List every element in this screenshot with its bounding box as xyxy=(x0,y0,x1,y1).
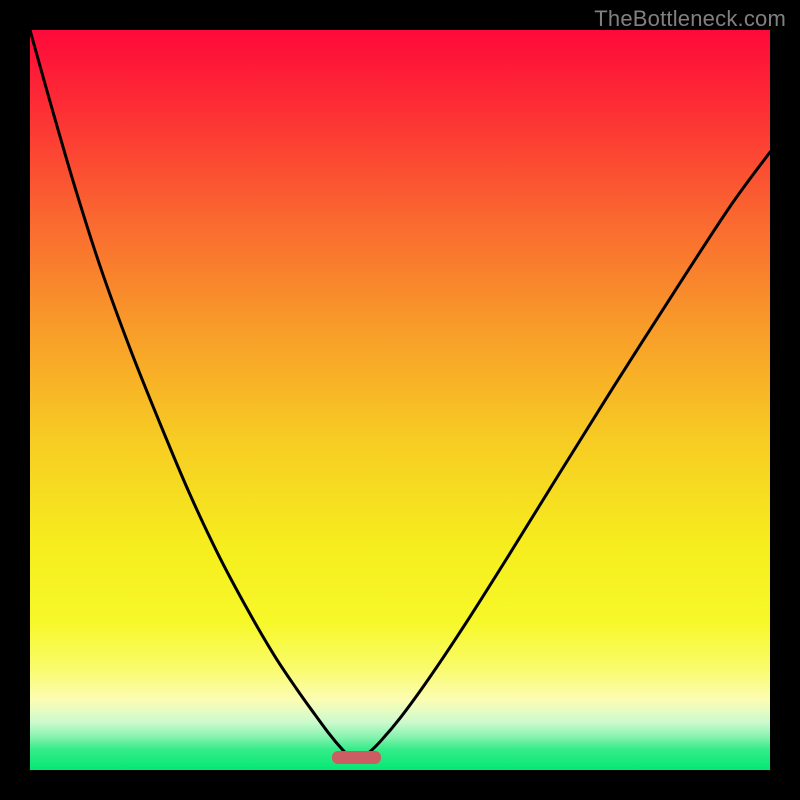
chart-frame: TheBottleneck.com xyxy=(0,0,800,800)
gradient-background xyxy=(30,30,770,770)
optimum-marker xyxy=(332,751,382,764)
plot-svg xyxy=(30,30,770,770)
plot-area xyxy=(30,30,770,770)
watermark-text: TheBottleneck.com xyxy=(594,6,786,32)
